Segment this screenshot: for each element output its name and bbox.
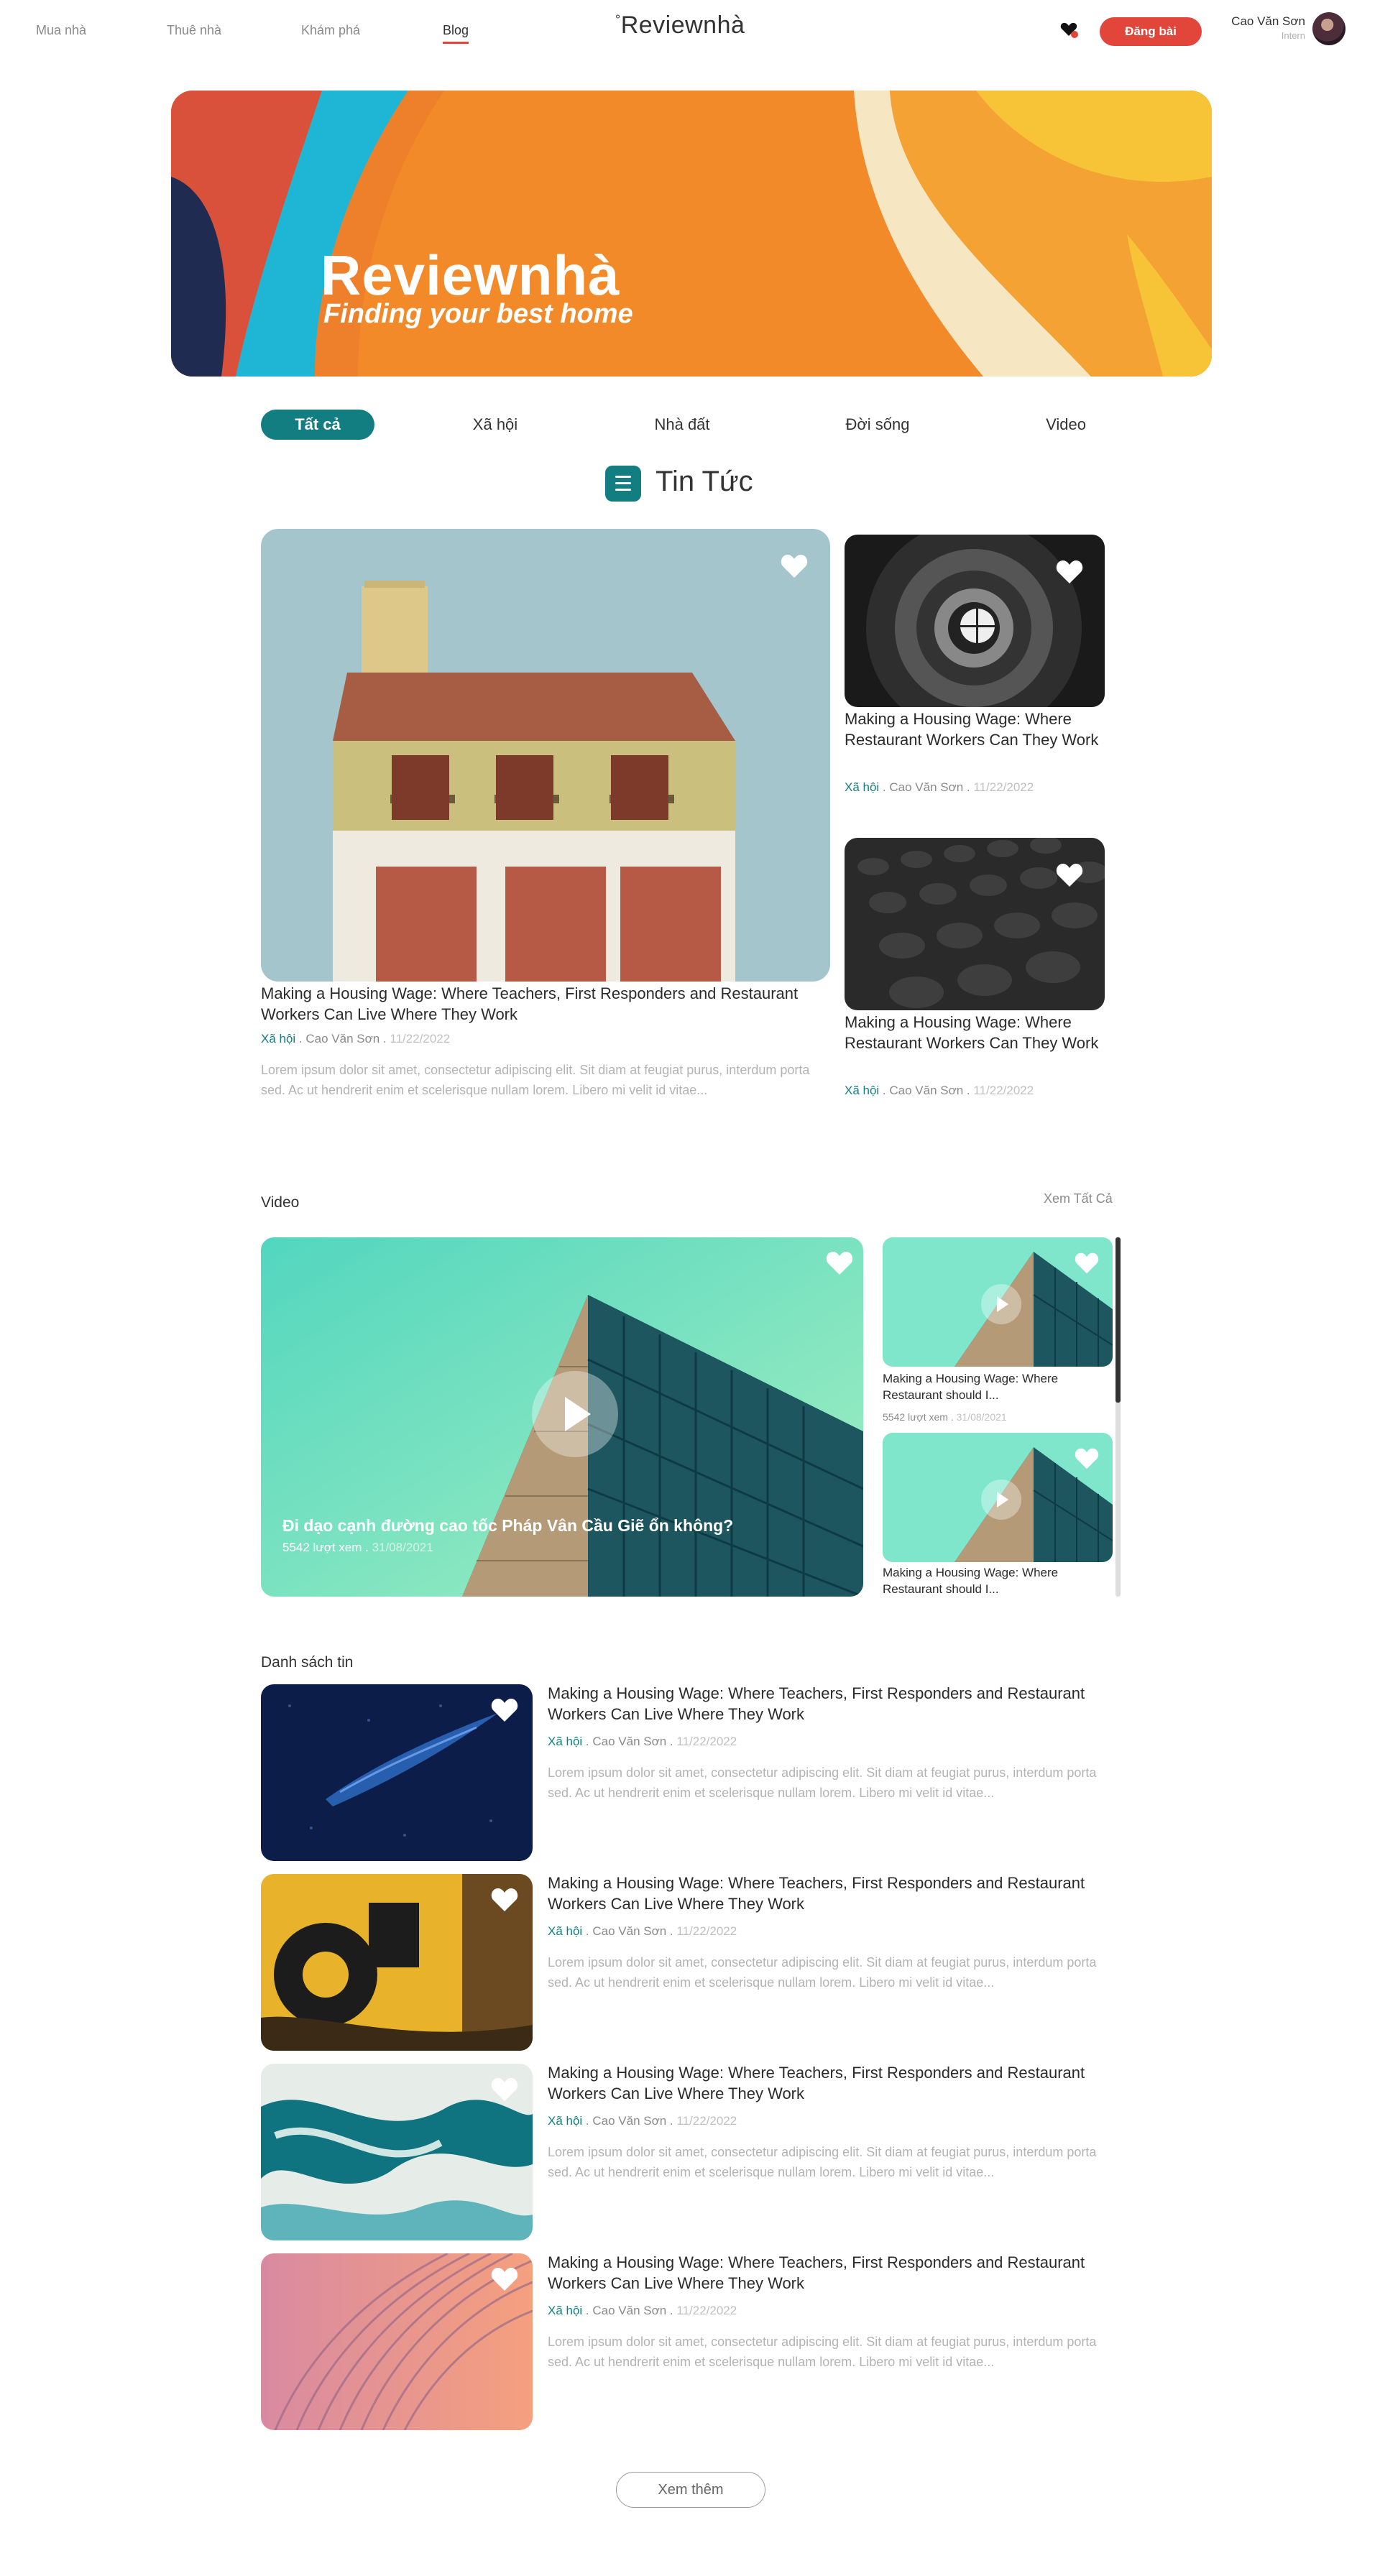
user-role: Intern [1281, 30, 1305, 41]
hero-banner: Reviewnhà Finding your best home [171, 91, 1212, 377]
author: Cao Văn Sơn [592, 1924, 667, 1938]
tab-video[interactable]: Video [1009, 410, 1123, 440]
nav-mua-nha[interactable]: Mua nhà [36, 23, 86, 38]
side-news-meta: Xã hội . Cao Văn Sơn . 11/22/2022 [845, 1084, 1034, 1097]
list-item-meta: Xã hội . Cao Văn Sơn . 11/22/2022 [548, 1924, 737, 1938]
side-news-title[interactable]: Making a Housing Wage: Where Restaurant … [845, 1012, 1114, 1054]
list-item-excerpt: Lorem ipsum dolor sit amet, consectetur … [548, 2335, 1097, 2369]
logo-text: Reviewnhà [620, 11, 745, 39]
featured-excerpt: Lorem ipsum dolor sit amet, consectetur … [261, 1063, 810, 1097]
nav-blog[interactable]: Blog [443, 23, 469, 44]
list-item-title[interactable]: Making a Housing Wage: Where Teachers, F… [548, 2252, 1123, 2294]
category-label[interactable]: Xã hội [548, 1735, 582, 1748]
tab-nha-dat[interactable]: Nhà đất [625, 410, 739, 440]
post-button[interactable]: Đăng bài [1100, 17, 1202, 46]
heart-notification-icon[interactable] [1059, 20, 1078, 39]
see-all-link[interactable]: Xem Tất Cả [1044, 1191, 1113, 1206]
side-video-title[interactable]: Making a Housing Wage: Where Restaurant … [883, 1565, 1113, 1597]
play-icon[interactable] [981, 1479, 1021, 1520]
nav-kham-pha[interactable]: Khám phá [301, 23, 360, 38]
side-news-meta: Xã hội . Cao Văn Sơn . 11/22/2022 [845, 780, 1034, 794]
tab-doi-song[interactable]: Đời sống [821, 410, 934, 440]
favorite-heart-icon[interactable] [825, 1250, 854, 1276]
list-item-excerpt: Lorem ipsum dolor sit amet, consectetur … [548, 2145, 1097, 2179]
list-item-excerpt: Lorem ipsum dolor sit amet, consectetur … [548, 1955, 1097, 1990]
scrollbar-thumb[interactable] [1116, 1237, 1121, 1403]
list-item-title[interactable]: Making a Housing Wage: Where Teachers, F… [548, 2062, 1123, 2105]
side-video-meta: 5542 lượt xem . 31/08/2021 [883, 1411, 1007, 1423]
author: Cao Văn Sơn [305, 1032, 380, 1045]
category-label[interactable]: Xã hội [845, 780, 879, 794]
favorite-heart-icon[interactable] [1074, 1447, 1100, 1470]
author: Cao Văn Sơn [889, 1084, 964, 1097]
featured-meta: Xã hội . Cao Văn Sơn . 11/22/2022 [261, 1032, 451, 1045]
favorite-heart-icon[interactable] [490, 1697, 519, 1723]
date: 11/22/2022 [390, 1032, 451, 1045]
side-news-title[interactable]: Making a Housing Wage: Where Restaurant … [845, 708, 1114, 751]
date: 11/22/2022 [973, 1084, 1034, 1097]
list-item-meta: Xã hội . Cao Văn Sơn . 11/22/2022 [548, 2114, 737, 2128]
view-count: 5542 lượt xem [883, 1411, 948, 1423]
favorite-heart-icon[interactable] [1074, 1252, 1100, 1275]
date: 11/22/2022 [676, 1735, 737, 1748]
video-list-scrollbar[interactable] [1116, 1237, 1121, 1597]
category-label[interactable]: Xã hội [548, 1924, 582, 1938]
play-icon[interactable] [981, 1284, 1021, 1324]
logo-mark: ° [615, 12, 621, 27]
favorite-heart-icon[interactable] [780, 553, 809, 579]
user-name: Cao Văn Sơn [1231, 14, 1305, 28]
date: 11/22/2022 [676, 2304, 737, 2317]
featured-title[interactable]: Making a Housing Wage: Where Teachers, F… [261, 983, 836, 1025]
author: Cao Văn Sơn [889, 780, 964, 794]
favorite-heart-icon[interactable] [1055, 559, 1084, 585]
tab-tat-ca[interactable]: Tất cả [261, 410, 374, 440]
side-video-title[interactable]: Making a Housing Wage: Where Restaurant … [883, 1371, 1113, 1403]
load-more-button[interactable]: Xem thêm [616, 2472, 765, 2508]
side-video-caption: Making a Housing Wage: Where Restaurant … [883, 1565, 1113, 1597]
date: 31/08/2021 [372, 1541, 433, 1554]
favorite-heart-icon[interactable] [490, 1887, 519, 1913]
list-item-title[interactable]: Making a Housing Wage: Where Teachers, F… [548, 1683, 1123, 1725]
main-video-meta: 5542 lượt xem . 31/08/2021 [282, 1541, 433, 1554]
video-section-title: Video [261, 1194, 300, 1211]
author: Cao Văn Sơn [592, 1735, 667, 1748]
date: 11/22/2022 [676, 1924, 737, 1938]
list-item-meta: Xã hội . Cao Văn Sơn . 11/22/2022 [548, 1735, 737, 1748]
category-label[interactable]: Xã hội [548, 2114, 582, 2128]
date: 11/22/2022 [973, 780, 1034, 794]
news-section-title: Tin Tức [656, 466, 753, 497]
avatar[interactable] [1312, 12, 1346, 45]
hero-art [171, 91, 1212, 377]
date: 11/22/2022 [676, 2114, 737, 2128]
author: Cao Văn Sơn [592, 2114, 667, 2128]
category-label[interactable]: Xã hội [261, 1032, 295, 1045]
featured-image[interactable] [261, 529, 830, 982]
hero-subtitle: Finding your best home [323, 299, 633, 329]
favorite-heart-icon[interactable] [1055, 862, 1084, 888]
category-label[interactable]: Xã hội [548, 2304, 582, 2317]
main-video-title[interactable]: Đi dạo cạnh đường cao tốc Pháp Vân Cầu G… [282, 1516, 733, 1536]
news-list-icon [605, 466, 641, 502]
date: 31/08/2021 [956, 1411, 1007, 1423]
list-item-excerpt: Lorem ipsum dolor sit amet, consectetur … [548, 1765, 1097, 1800]
list-item-meta: Xã hội . Cao Văn Sơn . 11/22/2022 [548, 2304, 737, 2317]
nav-thue-nha[interactable]: Thuê nhà [167, 23, 221, 38]
tab-xa-hoi[interactable]: Xã hội [438, 410, 552, 440]
play-icon[interactable] [532, 1371, 618, 1457]
favorite-heart-icon[interactable] [490, 2266, 519, 2292]
author: Cao Văn Sơn [592, 2304, 667, 2317]
favorite-heart-icon[interactable] [490, 2077, 519, 2102]
list-section-title: Danh sách tin [261, 1654, 354, 1671]
category-label[interactable]: Xã hội [845, 1084, 879, 1097]
site-logo[interactable]: °Reviewnhà [615, 11, 745, 40]
list-item-title[interactable]: Making a Housing Wage: Where Teachers, F… [548, 1873, 1123, 1915]
view-count: 5542 lượt xem [282, 1541, 362, 1554]
